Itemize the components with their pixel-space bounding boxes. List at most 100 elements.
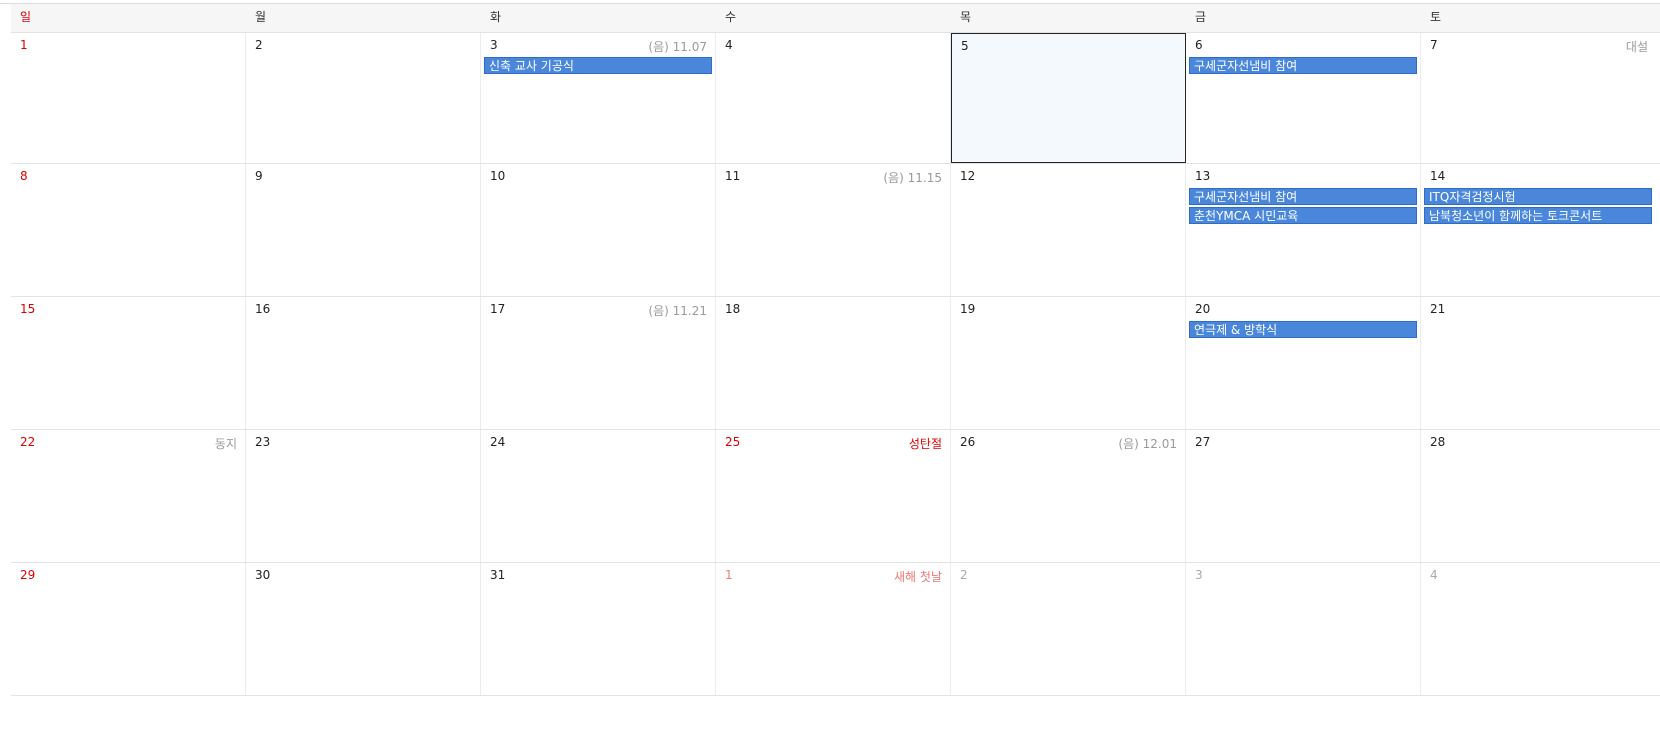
calendar-event[interactable]: ITQ자격검정시험 [1424,188,1652,205]
day-number: 17 [490,302,506,316]
day-cell[interactable]: 30 [246,563,481,695]
weekday-header-3: 수 [725,10,737,24]
day-cell[interactable]: 3 [1186,563,1421,695]
day-cell-today[interactable]: 5 [951,33,1186,163]
day-cell[interactable]: 8 [11,164,246,296]
day-cell[interactable]: 6 구세군자선냄비 참여 [1186,33,1421,163]
day-cell[interactable]: 14 ITQ자격검정시험남북청소년이 함께하는 토크콘서트 [1421,164,1656,296]
day-number: 29 [20,568,36,582]
day-number: 1 [20,38,28,52]
day-cell[interactable]: 27 [1186,430,1421,562]
day-number: 15 [20,302,36,316]
day-number: 6 [1195,38,1203,52]
day-cell[interactable]: 19 [951,297,1186,429]
day-number: 12 [960,169,976,183]
day-number: 16 [255,302,271,316]
calendar-event[interactable]: 남북청소년이 함께하는 토크콘서트 [1424,207,1652,224]
day-number: 22 [20,435,36,449]
day-number: 8 [20,169,28,183]
day-number: 5 [961,39,969,53]
lunar-date-label: 동지 [214,437,237,451]
day-number: 2 [960,568,968,582]
day-cell[interactable]: 3 (음) 11.07 신축 교사 기공식 [481,33,716,163]
day-number: 24 [490,435,506,449]
day-number: 14 [1430,169,1446,183]
holiday-label: 성탄절 [908,437,942,451]
day-cell[interactable]: 23 [246,430,481,562]
day-cell[interactable]: 7 대설 [1421,33,1656,163]
calendar-event[interactable]: 구세군자선냄비 참여 [1189,188,1417,205]
day-cell[interactable]: 16 [246,297,481,429]
day-number: 28 [1430,435,1446,449]
day-number: 10 [490,169,506,183]
day-number: 20 [1195,302,1211,316]
day-cell[interactable]: 31 [481,563,716,695]
day-cell[interactable]: 24 [481,430,716,562]
week-row: 1 2 3 (음) 11.07 신축 교사 기공식 4 5 6 구세군자선냄비 참여 7 대설 [11,33,1660,164]
day-cell[interactable]: 11 (음) 11.15 [716,164,951,296]
month-calendar: 일월화수목금토 1 2 3 (음) 11.07 신축 교사 기공식 4 5 6 구세군자선냄비 … [0,0,1660,729]
week-row: 29 30 31 1 새해 첫날 2 3 4 [11,563,1660,696]
calendar-grid: 1 2 3 (음) 11.07 신축 교사 기공식 4 5 6 구세군자선냄비 참여 7 대설 8 9 1… [11,33,1660,729]
day-cell[interactable]: 17 (음) 11.21 [481,297,716,429]
holiday-label: 새해 첫날 [894,570,942,584]
weekday-header-6: 토 [1430,10,1442,24]
calendar-event[interactable]: 춘천YMCA 시민교육 [1189,207,1417,224]
day-cell[interactable]: 18 [716,297,951,429]
day-number: 4 [1430,568,1438,582]
day-cell[interactable]: 1 [11,33,246,163]
day-number: 21 [1430,302,1446,316]
day-number: 1 [725,568,733,582]
weekday-header-2: 화 [490,10,502,24]
day-cell[interactable]: 21 [1421,297,1656,429]
day-cell[interactable]: 9 [246,164,481,296]
day-number: 2 [255,38,263,52]
weekday-header-5: 금 [1195,10,1207,24]
day-cell[interactable]: 28 [1421,430,1656,562]
day-number: 31 [490,568,506,582]
week-row: 8 9 10 11 (음) 11.15 12 13 구세군자선냄비 참여춘천YMCA 시민교육… [11,164,1660,297]
day-number: 18 [725,302,741,316]
day-number: 19 [960,302,976,316]
day-number: 13 [1195,169,1211,183]
lunar-date-label: 대설 [1625,40,1648,54]
day-cell[interactable]: 10 [481,164,716,296]
weekday-header: 일월화수목금토 [11,4,1660,33]
day-number: 25 [725,435,741,449]
lunar-date-label: (음) 11.15 [883,171,942,185]
weekday-header-4: 목 [960,10,972,24]
day-cell[interactable]: 15 [11,297,246,429]
day-cell[interactable]: 26 (음) 12.01 [951,430,1186,562]
weekday-header-0: 일 [20,10,32,24]
calendar-event[interactable]: 연극제 & 방학식 [1189,321,1417,338]
day-cell[interactable]: 4 [1421,563,1656,695]
lunar-date-label: (음) 12.01 [1118,437,1177,451]
day-cell[interactable]: 20 연극제 & 방학식 [1186,297,1421,429]
day-number: 4 [725,38,733,52]
week-row: 15 16 17 (음) 11.21 18 19 20 연극제 & 방학식 21 [11,297,1660,430]
day-number: 26 [960,435,976,449]
lunar-date-label: (음) 11.21 [648,304,707,318]
day-number: 3 [490,38,498,52]
day-number: 11 [725,169,741,183]
day-number: 9 [255,169,263,183]
day-cell[interactable]: 1 새해 첫날 [716,563,951,695]
day-number: 3 [1195,568,1203,582]
day-cell[interactable]: 22 동지 [11,430,246,562]
calendar-event[interactable]: 구세군자선냄비 참여 [1189,57,1417,74]
calendar-event[interactable]: 신축 교사 기공식 [484,57,712,74]
day-cell[interactable]: 29 [11,563,246,695]
weekday-header-1: 월 [255,10,267,24]
day-number: 30 [255,568,271,582]
day-number: 7 [1430,38,1438,52]
day-cell[interactable]: 25 성탄절 [716,430,951,562]
week-row: 22 동지 23 24 25 성탄절 26 (음) 12.01 27 28 [11,430,1660,563]
day-cell[interactable]: 2 [951,563,1186,695]
day-cell[interactable]: 12 [951,164,1186,296]
day-cell[interactable]: 13 구세군자선냄비 참여춘천YMCA 시민교육 [1186,164,1421,296]
lunar-date-label: (음) 11.07 [648,40,707,54]
day-cell[interactable]: 2 [246,33,481,163]
day-number: 27 [1195,435,1211,449]
day-number: 23 [255,435,271,449]
day-cell[interactable]: 4 [716,33,951,163]
